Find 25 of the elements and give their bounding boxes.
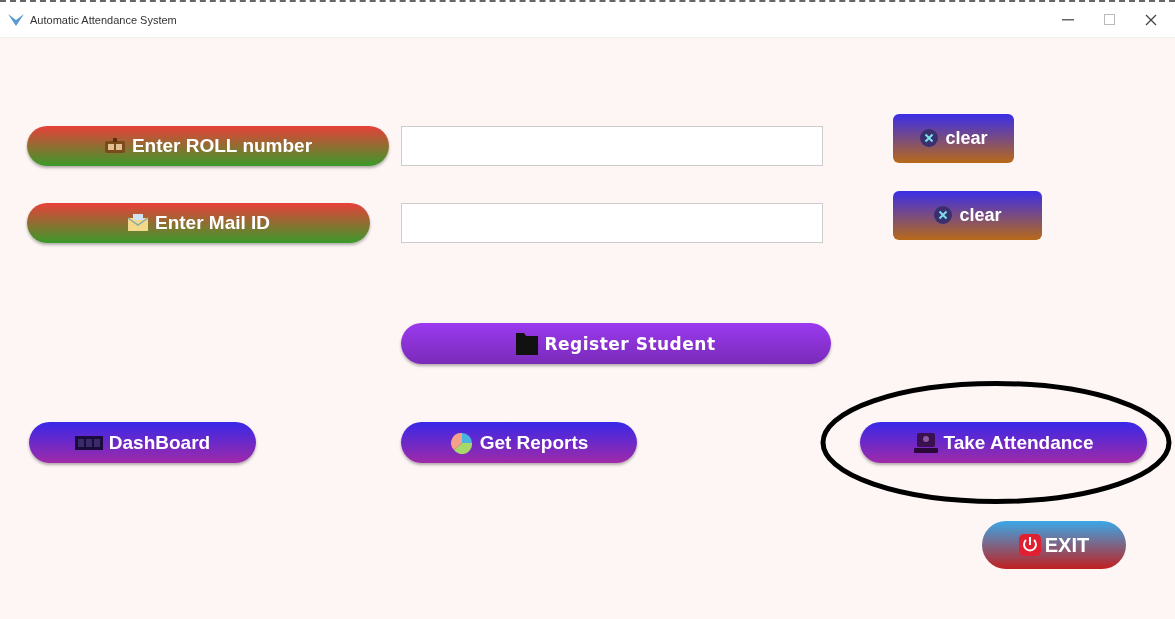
input-field[interactable] (401, 203, 823, 243)
minimize-icon[interactable] (1062, 18, 1074, 21)
register-student-button[interactable]: Register Student (401, 323, 831, 364)
clear-button[interactable]: clear (893, 190, 1042, 240)
reports-button[interactable]: Get Reports (401, 422, 637, 463)
power-icon (1018, 534, 1041, 556)
laptop-icon (913, 431, 938, 454)
app-logo-icon (8, 13, 24, 26)
envelope-icon (126, 214, 149, 232)
exit-button[interactable]: EXIT (982, 521, 1126, 569)
attendance-button[interactable]: Take Attendance (860, 422, 1147, 463)
close-icon[interactable] (1145, 13, 1157, 26)
label-button[interactable]: Enter Mail ID (27, 203, 370, 243)
label-button[interactable]: Enter ROLL number (27, 126, 389, 166)
dashboard-button[interactable]: DashBoard (29, 422, 256, 463)
close-icon (933, 205, 954, 225)
dashboard-icon (74, 435, 103, 450)
id-card-icon (103, 138, 126, 154)
maximize-icon[interactable] (1104, 14, 1115, 25)
pie-chart-icon (449, 431, 474, 454)
close-icon (919, 128, 940, 148)
window-title: Automatic Attendance System (30, 13, 177, 26)
input-field[interactable] (401, 126, 823, 166)
clear-button[interactable]: clear (893, 113, 1014, 163)
folder-icon (516, 332, 539, 355)
